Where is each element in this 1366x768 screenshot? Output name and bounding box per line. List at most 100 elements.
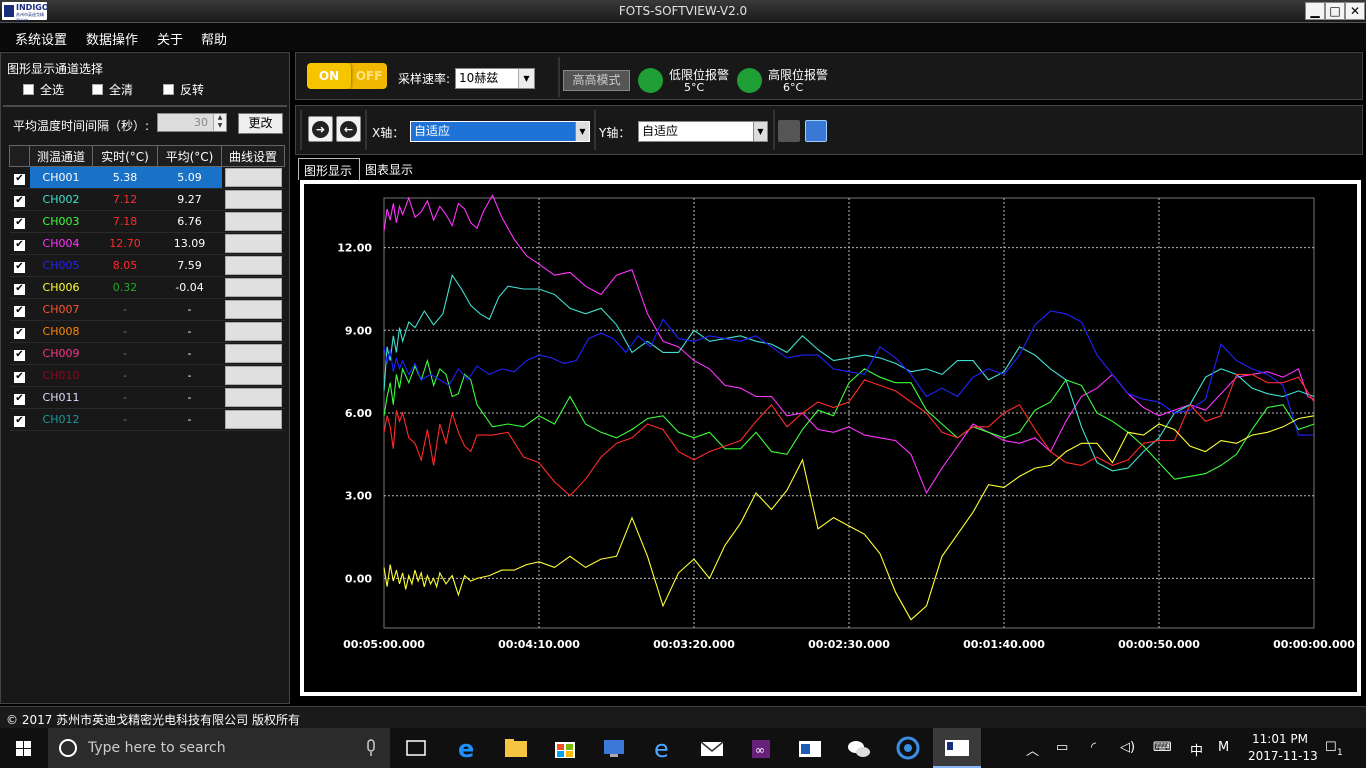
edge-icon[interactable]: e [443, 728, 491, 768]
visual-studio-icon[interactable]: ∞ [737, 728, 785, 768]
tab-table-view[interactable]: 图表显示 [360, 158, 418, 180]
curve-setting-swatch[interactable] [224, 300, 282, 319]
invert-checkbox[interactable]: 反转 [163, 81, 204, 98]
app-circle-icon[interactable] [884, 728, 932, 768]
battery-icon[interactable]: ▭ [1056, 740, 1068, 755]
channel-checkbox[interactable]: ✔ [9, 342, 30, 365]
curve-setting-swatch[interactable] [224, 256, 282, 275]
tab-graph-view[interactable]: 图形显示 [298, 158, 360, 180]
fots-softview-taskbar-icon[interactable] [933, 728, 981, 768]
channel-checkbox[interactable]: ✔ [9, 408, 30, 431]
notification-icon[interactable]: ☐ [1325, 740, 1337, 755]
table-row[interactable]: ✔ CH012- - [9, 408, 285, 431]
save-chart-button[interactable] [805, 120, 827, 142]
table-row[interactable]: ✔ CH010- - [9, 364, 285, 387]
scroll-left-button[interactable]: ← [336, 116, 361, 142]
curve-setting-swatch[interactable] [224, 234, 282, 253]
export-disabled-button[interactable] [778, 120, 800, 142]
channel-checkbox[interactable]: ✔ [9, 320, 30, 343]
clock-date[interactable]: 2017-11-13 [1248, 749, 1318, 763]
wechat-icon[interactable] [835, 728, 883, 768]
table-row[interactable]: ✔ CH011- - [9, 386, 285, 409]
channel-checkbox[interactable]: ✔ [9, 232, 30, 255]
maximize-button[interactable]: □ [1325, 2, 1345, 20]
curve-setting-cell[interactable] [221, 254, 285, 277]
interval-spinner[interactable]: ▲ ▼ [213, 114, 226, 131]
ime-mode-indicator[interactable]: M [1218, 740, 1229, 755]
app-window-icon[interactable] [786, 728, 834, 768]
channel-checkbox[interactable]: ✔ [9, 188, 30, 211]
table-row[interactable]: ✔ CH008- - [9, 320, 285, 343]
table-row[interactable]: ✔ CH004 12.70 13.09 [9, 232, 285, 255]
volume-icon[interactable]: ◁) [1120, 740, 1135, 755]
clear-all-checkbox[interactable]: 全清 [92, 81, 133, 98]
minimize-button[interactable]: ▁ [1305, 2, 1325, 20]
task-view-icon[interactable] [392, 728, 440, 768]
table-row[interactable]: ✔ CH001 5.38 5.09 [9, 166, 285, 189]
curve-setting-cell[interactable] [221, 188, 285, 211]
curve-setting-cell[interactable] [221, 342, 285, 365]
curve-setting-cell[interactable] [221, 232, 285, 255]
file-explorer-icon[interactable] [492, 728, 540, 768]
x-axis-select[interactable]: 自适应 ▼ [410, 121, 590, 142]
table-row[interactable]: ✔ CH003 7.18 6.76 [9, 210, 285, 233]
channel-average: 13.09 [157, 232, 222, 255]
channel-checkbox[interactable]: ✔ [9, 276, 30, 299]
channel-checkbox[interactable]: ✔ [9, 166, 30, 189]
curve-setting-cell[interactable] [221, 386, 285, 409]
store-icon[interactable] [541, 728, 589, 768]
scroll-right-button[interactable]: ➜ [308, 116, 333, 142]
table-row[interactable]: ✔ CH006 0.32 -0.04 [9, 276, 285, 299]
sample-rate-select[interactable]: 10赫兹 ▼ [455, 68, 535, 89]
curve-setting-cell[interactable] [221, 276, 285, 299]
table-row[interactable]: ✔ CH002 7.12 9.27 [9, 188, 285, 211]
curve-setting-swatch[interactable] [224, 344, 282, 363]
curve-setting-swatch[interactable] [224, 410, 282, 429]
acquisition-toggle[interactable]: ON OFF [307, 63, 387, 89]
curve-setting-cell[interactable] [221, 298, 285, 321]
x-tick-label: 00:04:10.000 [498, 638, 580, 651]
internet-explorer-icon[interactable]: e [639, 728, 687, 768]
curve-setting-swatch[interactable] [224, 322, 282, 341]
y-axis-select[interactable]: 自适应 ▼ [638, 121, 768, 142]
curve-setting-swatch[interactable] [224, 212, 282, 231]
channel-checkbox[interactable]: ✔ [9, 298, 30, 321]
ime-indicator[interactable]: 中 [1190, 740, 1203, 759]
channel-checkbox[interactable]: ✔ [9, 364, 30, 387]
chevron-up-icon[interactable]: ︿ [1026, 740, 1039, 759]
curve-setting-swatch[interactable] [224, 278, 282, 297]
close-button[interactable]: ✕ [1345, 2, 1365, 20]
remote-desktop-icon[interactable] [590, 728, 638, 768]
network-icon[interactable]: ◜ [1091, 740, 1096, 755]
channel-checkbox[interactable]: ✔ [9, 210, 30, 233]
curve-setting-cell[interactable] [221, 210, 285, 233]
change-interval-button[interactable]: 更改 [238, 113, 283, 134]
curve-setting-swatch[interactable] [224, 388, 282, 407]
channel-realtime: 8.05 [92, 254, 158, 277]
table-row[interactable]: ✔ CH009- - [9, 342, 285, 365]
curve-setting-cell[interactable] [221, 166, 285, 189]
menu-data-operations[interactable]: 数据操作 [86, 29, 138, 48]
table-row[interactable]: ✔ CH007- - [9, 298, 285, 321]
curve-setting-cell[interactable] [221, 364, 285, 387]
menu-about[interactable]: 关于 [157, 29, 183, 48]
high-speed-mode-button[interactable]: 高高模式 [563, 70, 630, 91]
curve-setting-swatch[interactable] [224, 190, 282, 209]
curve-setting-swatch[interactable] [224, 366, 282, 385]
curve-setting-swatch[interactable] [224, 168, 282, 187]
taskbar-search[interactable]: Type here to search [48, 728, 390, 768]
curve-setting-cell[interactable] [221, 320, 285, 343]
mail-icon[interactable] [688, 728, 736, 768]
table-row[interactable]: ✔ CH005 8.05 7.59 [9, 254, 285, 277]
keyboard-icon[interactable]: ⌨ [1153, 740, 1172, 755]
channel-checkbox[interactable]: ✔ [9, 386, 30, 409]
channel-checkbox[interactable]: ✔ [9, 254, 30, 277]
start-button[interactable] [0, 728, 48, 768]
curve-setting-cell[interactable] [221, 408, 285, 431]
channel-average: 5.09 [157, 166, 222, 189]
clock-time[interactable]: 11:01 PM [1252, 732, 1308, 746]
divider [558, 57, 560, 97]
select-all-checkbox[interactable]: 全选 [23, 81, 64, 98]
menu-help[interactable]: 帮助 [201, 29, 227, 48]
menu-system-settings[interactable]: 系统设置 [15, 29, 67, 48]
